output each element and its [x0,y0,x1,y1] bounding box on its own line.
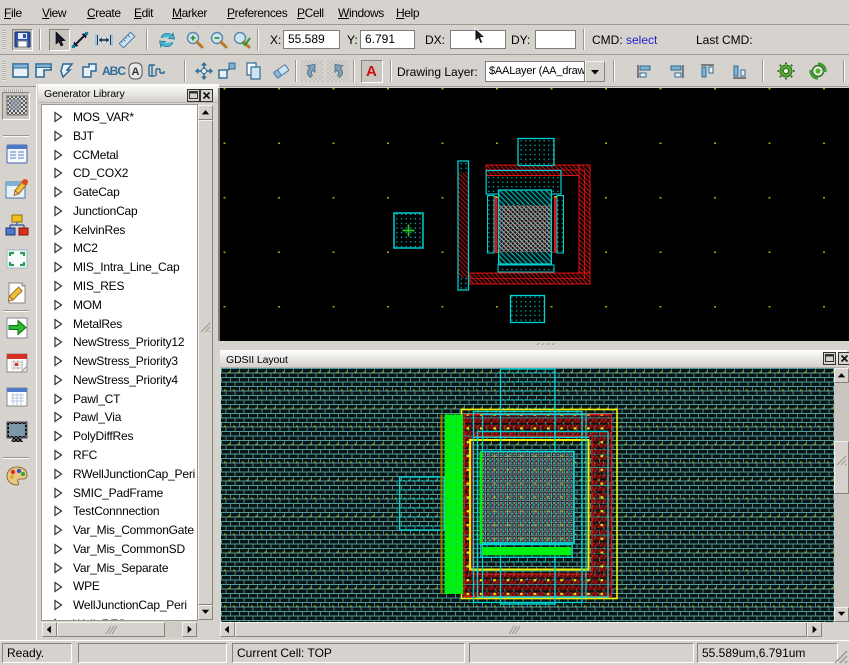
svg-text:A: A [132,66,140,78]
